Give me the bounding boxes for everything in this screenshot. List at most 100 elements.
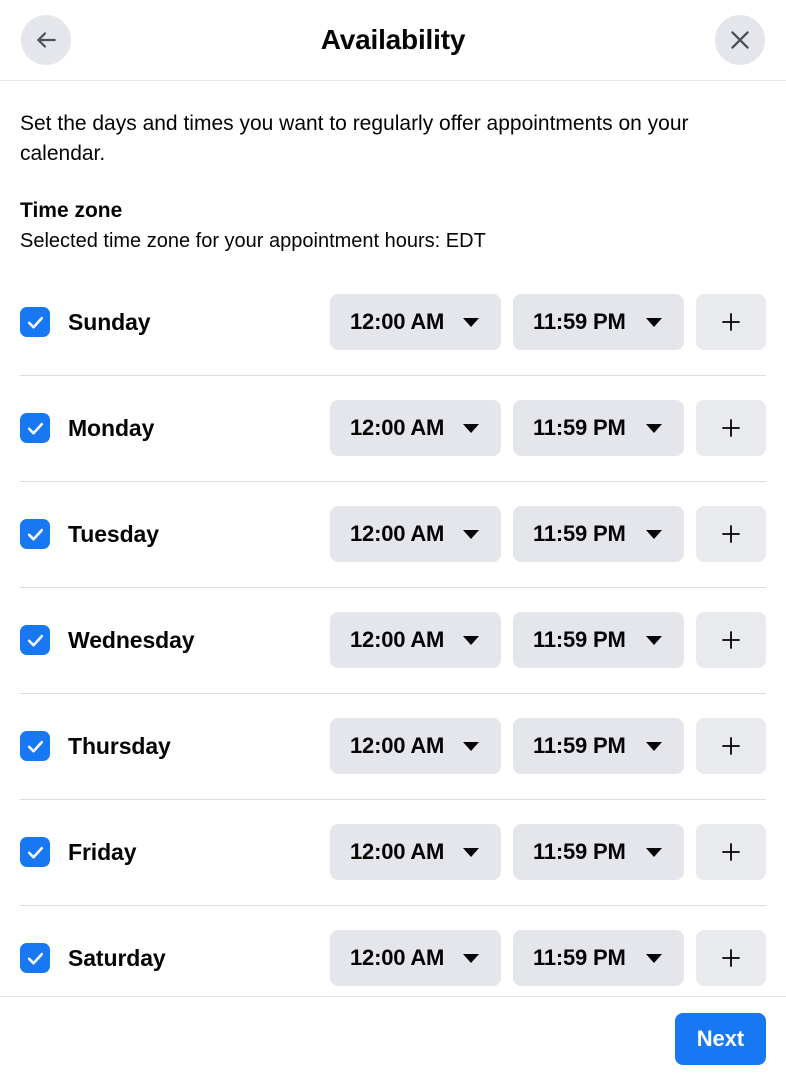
plus-icon: [719, 310, 743, 334]
next-button[interactable]: Next: [674, 1012, 766, 1065]
availability-dialog: Availability Set the days and times you …: [0, 0, 786, 1080]
chevron-down-icon: [463, 953, 479, 963]
start-time-value: 12:00 AM: [350, 733, 445, 758]
day-time-controls: 12:00 AM 11:59 PM: [330, 294, 766, 350]
day-checkbox-wednesday[interactable]: [20, 625, 50, 655]
end-time-select-friday[interactable]: 11:59 PM: [513, 824, 684, 880]
end-time-select-tuesday[interactable]: 11:59 PM: [513, 506, 684, 562]
day-checkbox-monday[interactable]: [20, 413, 50, 443]
end-time-select-monday[interactable]: 11:59 PM: [513, 400, 684, 456]
timezone-subtext: Selected time zone for your appointment …: [20, 230, 486, 252]
start-time-select-thursday[interactable]: 12:00 AM: [330, 718, 501, 774]
chevron-down-icon: [463, 847, 479, 857]
add-interval-button-wednesday[interactable]: [696, 612, 766, 668]
day-checkbox-saturday[interactable]: [20, 943, 50, 973]
dialog-footer: Next: [0, 996, 786, 1080]
day-checkbox-thursday[interactable]: [20, 731, 50, 761]
chevron-down-icon: [463, 529, 479, 539]
chevron-down-icon: [646, 953, 662, 963]
day-checkbox-sunday[interactable]: [20, 307, 50, 337]
start-time-value: 12:00 AM: [350, 415, 445, 440]
end-time-value: 11:59 PM: [533, 945, 626, 970]
day-toggle-group: Friday: [20, 837, 330, 867]
day-time-controls: 12:00 AM 11:59 PM: [330, 930, 766, 986]
day-label: Tuesday: [68, 520, 159, 547]
add-interval-button-sunday[interactable]: [696, 294, 766, 350]
end-time-select-sunday[interactable]: 11:59 PM: [513, 294, 684, 350]
add-interval-button-thursday[interactable]: [696, 718, 766, 774]
plus-icon: [719, 628, 743, 652]
day-time-controls: 12:00 AM 11:59 PM: [330, 612, 766, 668]
end-time-value: 11:59 PM: [533, 415, 626, 440]
day-time-controls: 12:00 AM 11:59 PM: [330, 506, 766, 562]
check-icon: [26, 843, 45, 862]
chevron-down-icon: [646, 423, 662, 433]
day-toggle-group: Tuesday: [20, 519, 330, 549]
chevron-down-icon: [463, 317, 479, 327]
close-button[interactable]: [715, 15, 765, 65]
day-row: Monday 12:00 AM 11:59 PM: [20, 375, 766, 481]
intro-text: Set the days and times you want to regul…: [20, 112, 689, 165]
plus-icon: [719, 946, 743, 970]
day-time-controls: 12:00 AM 11:59 PM: [330, 400, 766, 456]
end-time-select-thursday[interactable]: 11:59 PM: [513, 718, 684, 774]
day-row: Wednesday 12:00 AM 11:59 PM: [20, 587, 766, 693]
end-time-value: 11:59 PM: [533, 309, 626, 334]
chevron-down-icon: [646, 635, 662, 645]
arrow-left-icon: [33, 27, 59, 53]
plus-icon: [719, 522, 743, 546]
start-time-value: 12:00 AM: [350, 309, 445, 334]
end-time-select-wednesday[interactable]: 11:59 PM: [513, 612, 684, 668]
day-checkbox-friday[interactable]: [20, 837, 50, 867]
day-row: Saturday 12:00 AM 11:59 PM: [20, 905, 766, 996]
chevron-down-icon: [463, 423, 479, 433]
chevron-down-icon: [646, 529, 662, 539]
start-time-select-wednesday[interactable]: 12:00 AM: [330, 612, 501, 668]
start-time-select-saturday[interactable]: 12:00 AM: [330, 930, 501, 986]
day-row: Thursday 12:00 AM 11:59 PM: [20, 693, 766, 799]
end-time-value: 11:59 PM: [533, 521, 626, 546]
start-time-select-sunday[interactable]: 12:00 AM: [330, 294, 501, 350]
day-label: Saturday: [68, 944, 166, 971]
chevron-down-icon: [646, 847, 662, 857]
start-time-value: 12:00 AM: [350, 627, 445, 652]
day-label: Sunday: [68, 308, 151, 335]
start-time-select-friday[interactable]: 12:00 AM: [330, 824, 501, 880]
start-time-select-monday[interactable]: 12:00 AM: [330, 400, 501, 456]
day-toggle-group: Sunday: [20, 307, 330, 337]
day-list: Sunday 12:00 AM 11:59 PM Monday 12:00 AM…: [20, 269, 766, 996]
chevron-down-icon: [463, 741, 479, 751]
plus-icon: [719, 416, 743, 440]
end-time-value: 11:59 PM: [533, 839, 626, 864]
end-time-value: 11:59 PM: [533, 627, 626, 652]
add-interval-button-tuesday[interactable]: [696, 506, 766, 562]
day-toggle-group: Monday: [20, 413, 330, 443]
chevron-down-icon: [646, 741, 662, 751]
day-label: Friday: [68, 838, 137, 865]
chevron-down-icon: [463, 635, 479, 645]
day-time-controls: 12:00 AM 11:59 PM: [330, 824, 766, 880]
start-time-value: 12:00 AM: [350, 839, 445, 864]
check-icon: [26, 525, 45, 544]
day-checkbox-tuesday[interactable]: [20, 519, 50, 549]
day-toggle-group: Thursday: [20, 731, 330, 761]
day-toggle-group: Saturday: [20, 943, 330, 973]
back-button[interactable]: [21, 15, 71, 65]
day-row: Sunday 12:00 AM 11:59 PM: [20, 269, 766, 375]
plus-icon: [719, 840, 743, 864]
check-icon: [26, 631, 45, 650]
day-label: Monday: [68, 414, 155, 441]
add-interval-button-monday[interactable]: [696, 400, 766, 456]
add-interval-button-saturday[interactable]: [696, 930, 766, 986]
timezone-heading: Time zone: [20, 199, 123, 222]
check-icon: [26, 419, 45, 438]
check-icon: [26, 737, 45, 756]
check-icon: [26, 949, 45, 968]
day-row: Friday 12:00 AM 11:59 PM: [20, 799, 766, 905]
start-time-value: 12:00 AM: [350, 945, 445, 970]
dialog-header: Availability: [0, 0, 786, 81]
start-time-value: 12:00 AM: [350, 521, 445, 546]
start-time-select-tuesday[interactable]: 12:00 AM: [330, 506, 501, 562]
end-time-select-saturday[interactable]: 11:59 PM: [513, 930, 684, 986]
add-interval-button-friday[interactable]: [696, 824, 766, 880]
